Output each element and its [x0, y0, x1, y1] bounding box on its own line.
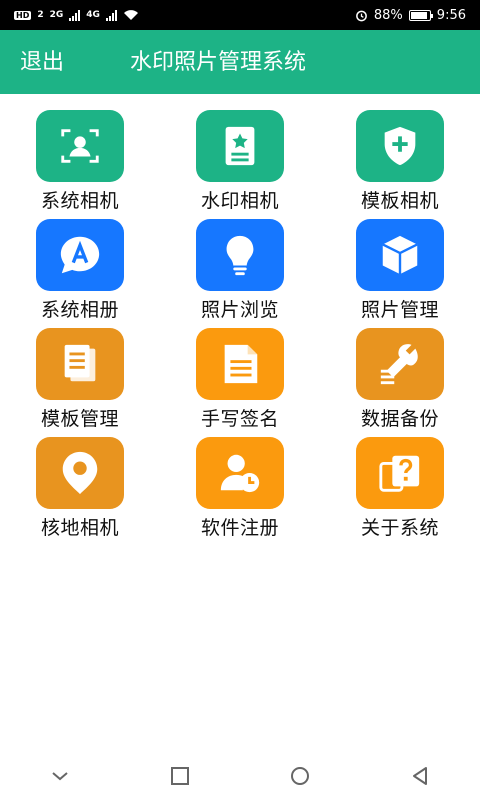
battery-percent: 88% — [373, 7, 403, 23]
tile-lightbulb[interactable]: 照片浏览 — [160, 213, 320, 322]
wifi-icon — [123, 10, 138, 20]
tile-file-lines[interactable]: 手写签名 — [160, 322, 320, 431]
tile-label: 手写签名 — [200, 408, 279, 430]
tile-wrench[interactable]: 数据备份 — [320, 322, 480, 431]
tile-label: 照片浏览 — [200, 299, 279, 321]
function-grid: 系统相机 水印相机 模板相机系统相册 照片浏览 照片管理模板管理 手写签名 数据备份核地相机… — [0, 104, 480, 540]
network-type-2: 4G — [86, 10, 100, 20]
nav-collapse-button[interactable] — [40, 756, 80, 796]
nav-back-button[interactable] — [400, 756, 440, 796]
recents-square-icon — [171, 767, 189, 785]
network-type-1: 2G — [49, 10, 64, 20]
tile-map-pin[interactable]: 核地相机 — [0, 431, 160, 540]
tile-user-clock[interactable]: 软件注册 — [160, 431, 320, 540]
sim-number: 2 — [37, 10, 44, 20]
file-lines-icon — [196, 328, 284, 400]
question-card-icon — [356, 437, 444, 509]
tile-label: 软件注册 — [200, 517, 279, 539]
tile-documents[interactable]: 模板管理 — [0, 322, 160, 431]
shield-plus-icon — [356, 110, 444, 182]
tile-label: 系统相册 — [40, 299, 119, 321]
app-title: 水印照片管理系统 — [130, 50, 307, 75]
exit-button[interactable]: 退出 — [20, 44, 64, 76]
clock: 9:56 — [436, 7, 466, 23]
status-left: HD 2 2G 4G — [14, 9, 139, 21]
tile-cube[interactable]: 照片管理 — [320, 213, 480, 322]
documents-icon — [36, 328, 124, 400]
chevron-down-icon — [52, 772, 68, 781]
camera-face-icon — [36, 110, 124, 182]
document-star-icon — [196, 110, 284, 182]
lightbulb-icon — [196, 219, 284, 291]
user-clock-icon — [196, 437, 284, 509]
alarm-icon — [356, 10, 367, 21]
home-circle-icon — [291, 767, 309, 785]
tile-chat-a[interactable]: 系统相册 — [0, 213, 160, 322]
status-bar: HD 2 2G 4G 88% 9:56 — [0, 0, 480, 30]
tile-label: 数据备份 — [360, 408, 439, 430]
tile-camera-face[interactable]: 系统相机 — [0, 104, 160, 213]
tile-label: 模板相机 — [360, 190, 439, 212]
nav-home-button[interactable] — [280, 756, 320, 796]
cube-icon — [356, 219, 444, 291]
map-pin-icon — [36, 437, 124, 509]
status-right: 88% 9:56 — [355, 8, 466, 23]
wrench-icon — [356, 328, 444, 400]
tile-label: 模板管理 — [40, 408, 119, 430]
tile-label: 照片管理 — [360, 299, 439, 321]
back-triangle-icon — [413, 767, 427, 785]
tile-label: 关于系统 — [360, 517, 439, 539]
tile-label: 水印相机 — [200, 190, 279, 212]
tile-question-card[interactable]: 关于系统 — [320, 431, 480, 540]
chat-a-icon — [36, 219, 124, 291]
tile-label: 核地相机 — [40, 517, 119, 539]
navigation-bar — [0, 752, 480, 800]
hd-badge: HD — [14, 10, 32, 20]
tile-shield-plus[interactable]: 模板相机 — [320, 104, 480, 213]
app-header: 退出 水印照片管理系统 — [0, 30, 480, 94]
signal-icon-2 — [105, 9, 117, 21]
tile-document-star[interactable]: 水印相机 — [160, 104, 320, 213]
signal-icon — [69, 9, 81, 21]
battery-icon — [408, 9, 433, 21]
battery-fill — [410, 11, 427, 19]
tile-label: 系统相机 — [40, 190, 119, 212]
nav-recents-button[interactable] — [160, 756, 200, 796]
